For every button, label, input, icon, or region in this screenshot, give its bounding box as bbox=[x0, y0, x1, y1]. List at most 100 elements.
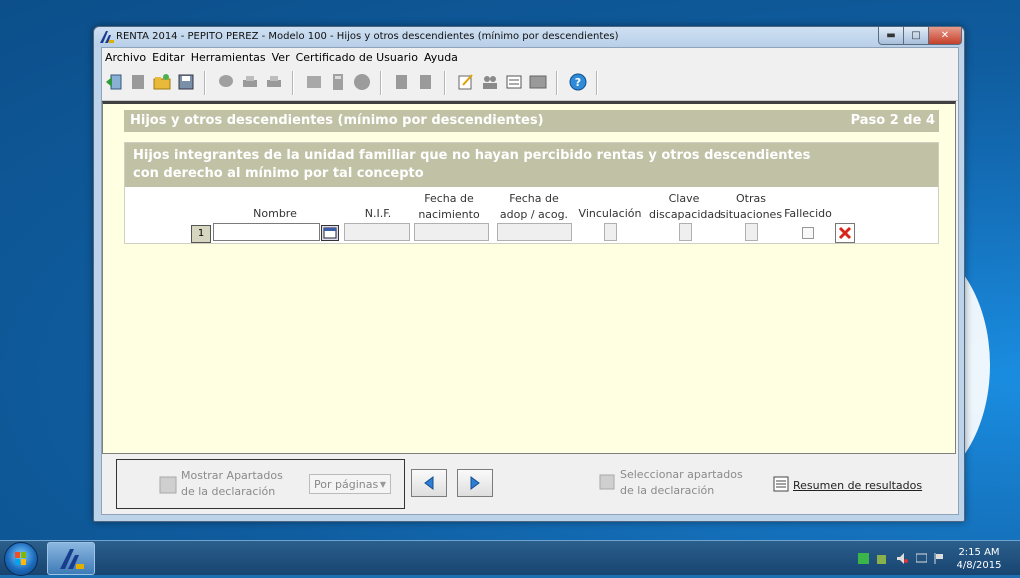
app-window: RENTA 2014 - PEPITO PEREZ - Modelo 100 -… bbox=[93, 26, 965, 522]
col-header-otras: Otras situaciones bbox=[719, 191, 783, 223]
row-index-badge: 1 bbox=[191, 225, 211, 243]
tray-flag-icon[interactable] bbox=[934, 553, 945, 564]
aeat-logo-icon bbox=[60, 549, 84, 569]
title-bar[interactable]: RENTA 2014 - PEPITO PEREZ - Modelo 100 -… bbox=[94, 27, 964, 47]
taskbar-renta-app[interactable] bbox=[47, 542, 95, 575]
help-icon[interactable]: ? bbox=[569, 73, 587, 91]
minimize-icon: ▬ bbox=[886, 30, 896, 41]
previous-page-button[interactable] bbox=[411, 469, 447, 497]
chevron-down-icon: ▼ bbox=[379, 480, 386, 489]
resumen-resultados-link[interactable]: Resumen de resultados bbox=[793, 479, 922, 492]
descendientes-panel: Hijos integrantes de la unidad familiar … bbox=[124, 142, 939, 244]
mostrar-line2: de la declaración bbox=[181, 485, 276, 498]
tray-network-icon[interactable] bbox=[877, 553, 888, 564]
menu-certificado[interactable]: Certificado de Usuario bbox=[293, 51, 421, 64]
toolbar-separator bbox=[204, 71, 206, 95]
col-header-clave-line2: discapacidad bbox=[649, 208, 722, 221]
toolbar-separator bbox=[380, 71, 382, 95]
navigation-bar: Mostrar Apartados de la declaración Por … bbox=[102, 454, 958, 514]
close-button[interactable]: ✕ bbox=[928, 27, 962, 45]
new-icon[interactable] bbox=[129, 73, 147, 91]
fecha-adopcion-input[interactable] bbox=[497, 223, 572, 241]
arrow-right-icon bbox=[470, 476, 480, 490]
maximize-icon: □ bbox=[911, 30, 921, 41]
col-header-clave-line1: Clave bbox=[668, 192, 700, 205]
form-content: Hijos y otros descendientes (mínimo por … bbox=[102, 101, 956, 454]
arrow-left-icon bbox=[424, 476, 434, 490]
otras-situaciones-field[interactable] bbox=[745, 223, 758, 241]
lookup-button[interactable] bbox=[321, 225, 339, 241]
minimize-button[interactable]: ▬ bbox=[878, 27, 904, 45]
open-folder-icon[interactable] bbox=[153, 73, 171, 91]
clock-date: 4/8/2015 bbox=[956, 560, 1002, 571]
toolbar-separator bbox=[556, 71, 558, 95]
svg-text:?: ? bbox=[575, 76, 581, 89]
col-header-fecha-adopcion: Fecha de adop / acog. bbox=[495, 191, 573, 223]
col-header-fallecido: Fallecido bbox=[784, 207, 832, 220]
mostrar-line1: Mostrar Apartados bbox=[181, 469, 283, 482]
tray-update-icon[interactable] bbox=[858, 553, 869, 564]
panel-heading-line2: con derecho al mínimo por tal concepto bbox=[133, 166, 424, 181]
users-icon[interactable] bbox=[481, 73, 499, 91]
next-page-button[interactable] bbox=[457, 469, 493, 497]
col-header-fecha-nac-line1: Fecha de bbox=[424, 192, 474, 205]
panel-heading: Hijos integrantes de la unidad familiar … bbox=[125, 143, 938, 187]
mostrar-apartados-label[interactable]: Mostrar Apartados de la declaración bbox=[181, 468, 283, 500]
sections-icon[interactable] bbox=[159, 476, 177, 494]
aeat-logo-icon bbox=[100, 31, 114, 43]
seleccionar-apartados-label[interactable]: Seleccionar apartados de la declaración bbox=[620, 467, 743, 499]
menu-editar[interactable]: Editar bbox=[149, 51, 188, 64]
save-icon[interactable] bbox=[177, 73, 195, 91]
close-icon: ✕ bbox=[940, 30, 950, 41]
chat-icon[interactable] bbox=[217, 73, 235, 91]
delete-x-icon bbox=[838, 226, 852, 240]
menu-archivo[interactable]: Archivo bbox=[102, 51, 149, 64]
exit-icon[interactable] bbox=[105, 73, 123, 91]
taskbar: 2:15 AM 4/8/2015 bbox=[0, 540, 1020, 576]
clave-discapacidad-field[interactable] bbox=[679, 223, 692, 241]
nombre-input[interactable] bbox=[213, 223, 320, 241]
calculator-icon[interactable] bbox=[329, 73, 347, 91]
menu-ayuda[interactable]: Ayuda bbox=[421, 51, 461, 64]
edit-icon[interactable] bbox=[457, 73, 475, 91]
delete-row-button[interactable] bbox=[835, 223, 855, 243]
list-icon[interactable] bbox=[505, 73, 523, 91]
col-header-fecha-adop-line1: Fecha de bbox=[509, 192, 559, 205]
col-header-fecha-nac-line2: nacimiento bbox=[418, 208, 480, 221]
tray-volume-icon[interactable] bbox=[897, 553, 908, 564]
maximize-button[interactable]: □ bbox=[903, 27, 929, 45]
system-clock[interactable]: 2:15 AM 4/8/2015 bbox=[950, 546, 1008, 572]
section-header: Hijos y otros descendientes (mínimo por … bbox=[124, 110, 939, 132]
nif-input[interactable] bbox=[344, 223, 410, 241]
select-sections-icon[interactable] bbox=[599, 474, 615, 490]
col-header-fecha-nacimiento: Fecha de nacimiento bbox=[413, 191, 485, 223]
panel-heading-line1: Hijos integrantes de la unidad familiar … bbox=[133, 148, 811, 163]
print-preview-icon[interactable] bbox=[265, 73, 283, 91]
document-icon[interactable] bbox=[393, 73, 411, 91]
fecha-nacimiento-input[interactable] bbox=[414, 223, 489, 241]
menu-herramientas[interactable]: Herramientas bbox=[188, 51, 269, 64]
menu-ver[interactable]: Ver bbox=[269, 51, 293, 64]
fallecido-checkbox[interactable] bbox=[802, 227, 814, 239]
document-next-icon[interactable] bbox=[417, 73, 435, 91]
paging-select-value: Por páginas bbox=[314, 478, 379, 491]
info-icon[interactable] bbox=[353, 73, 371, 91]
seleccionar-line1: Seleccionar apartados bbox=[620, 468, 743, 481]
grid-icon[interactable] bbox=[529, 73, 547, 91]
summary-list-icon[interactable] bbox=[773, 476, 789, 492]
start-button[interactable] bbox=[4, 542, 38, 576]
window-title: RENTA 2014 - PEPITO PEREZ - Modelo 100 -… bbox=[116, 31, 619, 42]
clock-time: 2:15 AM bbox=[958, 547, 1000, 558]
col-header-nif: N.I.F. bbox=[364, 207, 392, 220]
window-lookup-icon bbox=[323, 227, 337, 239]
print-icon[interactable] bbox=[241, 73, 259, 91]
paging-select[interactable]: Por páginas ▼ bbox=[309, 474, 391, 494]
toolbar-separator bbox=[292, 71, 294, 95]
tray-display-icon[interactable] bbox=[916, 553, 927, 564]
col-header-fecha-adop-line2: adop / acog. bbox=[499, 208, 569, 221]
checklist-icon[interactable] bbox=[305, 73, 323, 91]
col-header-clave: Clave discapacidad bbox=[649, 191, 722, 223]
mostrar-apartados-group: Mostrar Apartados de la declaración Por … bbox=[116, 459, 405, 509]
client-area: Archivo Editar Herramientas Ver Certific… bbox=[101, 47, 959, 515]
vinculacion-field[interactable] bbox=[604, 223, 617, 241]
